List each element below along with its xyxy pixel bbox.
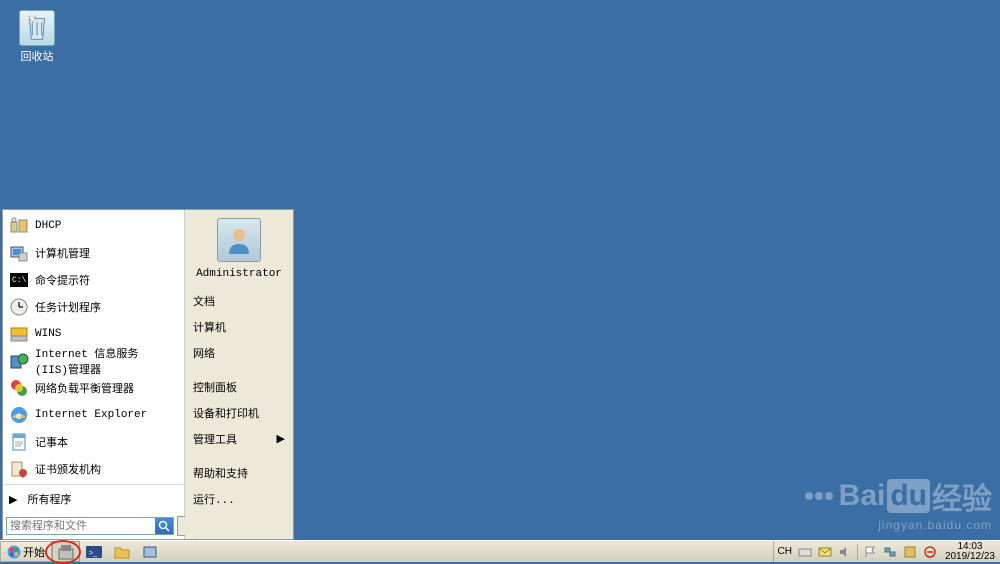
program-label: Internet Explorer xyxy=(35,409,147,421)
menu-network[interactable]: 网络 xyxy=(189,340,289,366)
program-label: 任务计划程序 xyxy=(35,299,101,315)
taskbar: 开始 >_ CH 14:03 2019/12/23 xyxy=(0,540,1000,562)
menu-documents[interactable]: 文档 xyxy=(189,288,289,314)
program-ie[interactable]: e Internet Explorer xyxy=(3,401,184,428)
program-wins[interactable]: WINS xyxy=(3,320,184,347)
clock-time: 14:03 xyxy=(945,542,995,552)
ie-icon: e xyxy=(9,405,29,425)
tray-icon[interactable] xyxy=(900,541,920,562)
clock-date: 2019/12/23 xyxy=(945,552,995,562)
search-icon xyxy=(158,520,170,532)
notepad-icon xyxy=(9,432,29,452)
computer-mgmt-icon xyxy=(9,243,29,263)
windows-orb-icon xyxy=(7,545,21,559)
program-computer-mgmt[interactable]: 计算机管理 xyxy=(3,239,184,266)
search-input[interactable] xyxy=(7,518,155,534)
program-task-scheduler[interactable]: 任务计划程序 xyxy=(3,293,184,320)
program-label: 证书颁发机构 xyxy=(35,461,101,477)
dhcp-icon xyxy=(9,216,29,236)
cert-icon xyxy=(9,459,29,479)
paw-icon xyxy=(805,492,833,500)
user-picture[interactable] xyxy=(217,218,261,262)
clock-icon xyxy=(9,297,29,317)
tray-flag-icon[interactable] xyxy=(860,541,880,562)
all-programs-label: 所有程序 xyxy=(27,491,71,507)
recycle-bin-icon xyxy=(19,10,55,46)
start-menu: DHCP 计算机管理 C:\ 命令提示符 任务计划程序 WINS Interne… xyxy=(2,209,294,540)
system-tray: CH 14:03 2019/12/23 xyxy=(773,541,1000,562)
menu-control-panel[interactable]: 控制面板 xyxy=(189,374,289,400)
cmd-icon: C:\ xyxy=(9,270,29,290)
pinned-programs-list: DHCP 计算机管理 C:\ 命令提示符 任务计划程序 WINS Interne… xyxy=(3,210,184,484)
tray-volume-icon[interactable] xyxy=(835,541,855,562)
quicklaunch-powershell[interactable]: >_ xyxy=(80,541,108,562)
program-iis[interactable]: Internet 信息服务 (IIS)管理器 xyxy=(3,347,184,374)
search-button[interactable] xyxy=(155,518,173,534)
recycle-bin-label: 回收站 xyxy=(12,48,62,64)
program-dhcp[interactable]: DHCP xyxy=(3,212,184,239)
clock[interactable]: 14:03 2019/12/23 xyxy=(940,542,1000,562)
menu-computer[interactable]: 计算机 xyxy=(189,314,289,340)
user-icon xyxy=(223,224,255,256)
quicklaunch-server-manager[interactable] xyxy=(52,541,80,562)
menu-devices-printers[interactable]: 设备和打印机 xyxy=(189,400,289,426)
tray-mail-icon[interactable] xyxy=(815,541,835,562)
arrow-right-icon: ▶ xyxy=(9,493,17,506)
program-cmd[interactable]: C:\ 命令提示符 xyxy=(3,266,184,293)
iis-icon xyxy=(9,351,29,371)
tray-network-icon[interactable] xyxy=(880,541,900,562)
quicklaunch-item[interactable] xyxy=(136,541,164,562)
program-cert-authority[interactable]: 证书颁发机构 xyxy=(3,455,184,482)
wins-icon xyxy=(9,324,29,344)
user-name: Administrator xyxy=(189,268,289,280)
program-label: WINS xyxy=(35,328,61,340)
tray-keyboard-icon[interactable] xyxy=(795,541,815,562)
program-label: 计算机管理 xyxy=(35,245,90,261)
svg-text:>_: >_ xyxy=(89,550,97,557)
all-programs-button[interactable]: ▶ 所有程序 xyxy=(3,484,184,513)
quicklaunch-explorer[interactable] xyxy=(108,541,136,562)
search-box xyxy=(6,517,174,535)
start-menu-right-pane: Administrator 文档 计算机 网络 控制面板 设备和打印机 管理工具… xyxy=(185,210,293,539)
nlb-icon xyxy=(9,378,29,398)
program-nlb[interactable]: 网络负载平衡管理器 xyxy=(3,374,184,401)
program-label: Internet 信息服务 (IIS)管理器 xyxy=(35,345,178,377)
start-menu-left-pane: DHCP 计算机管理 C:\ 命令提示符 任务计划程序 WINS Interne… xyxy=(3,210,185,539)
program-label: 记事本 xyxy=(35,434,68,450)
menu-help-support[interactable]: 帮助和支持 xyxy=(189,460,289,486)
program-label: 命令提示符 xyxy=(35,272,90,288)
program-notepad[interactable]: 记事本 xyxy=(3,428,184,455)
submenu-arrow-icon: ▶ xyxy=(277,432,285,446)
program-label: DHCP xyxy=(35,220,61,232)
start-button[interactable]: 开始 xyxy=(0,541,52,562)
start-menu-bottom-row: 注销 ▸ xyxy=(3,513,184,539)
menu-run[interactable]: 运行... xyxy=(189,486,289,512)
watermark: Baidu 经验 jingyan.baidu.com xyxy=(805,474,992,532)
program-label: 网络负载平衡管理器 xyxy=(35,380,134,396)
svg-text:e: e xyxy=(16,411,22,422)
start-button-label: 开始 xyxy=(23,544,45,560)
menu-admin-tools[interactable]: 管理工具▶ xyxy=(189,426,289,452)
ime-indicator[interactable]: CH xyxy=(774,546,794,557)
svg-text:C:\: C:\ xyxy=(12,276,27,285)
recycle-bin[interactable]: 回收站 xyxy=(12,10,62,64)
tray-status-icon[interactable] xyxy=(920,541,940,562)
